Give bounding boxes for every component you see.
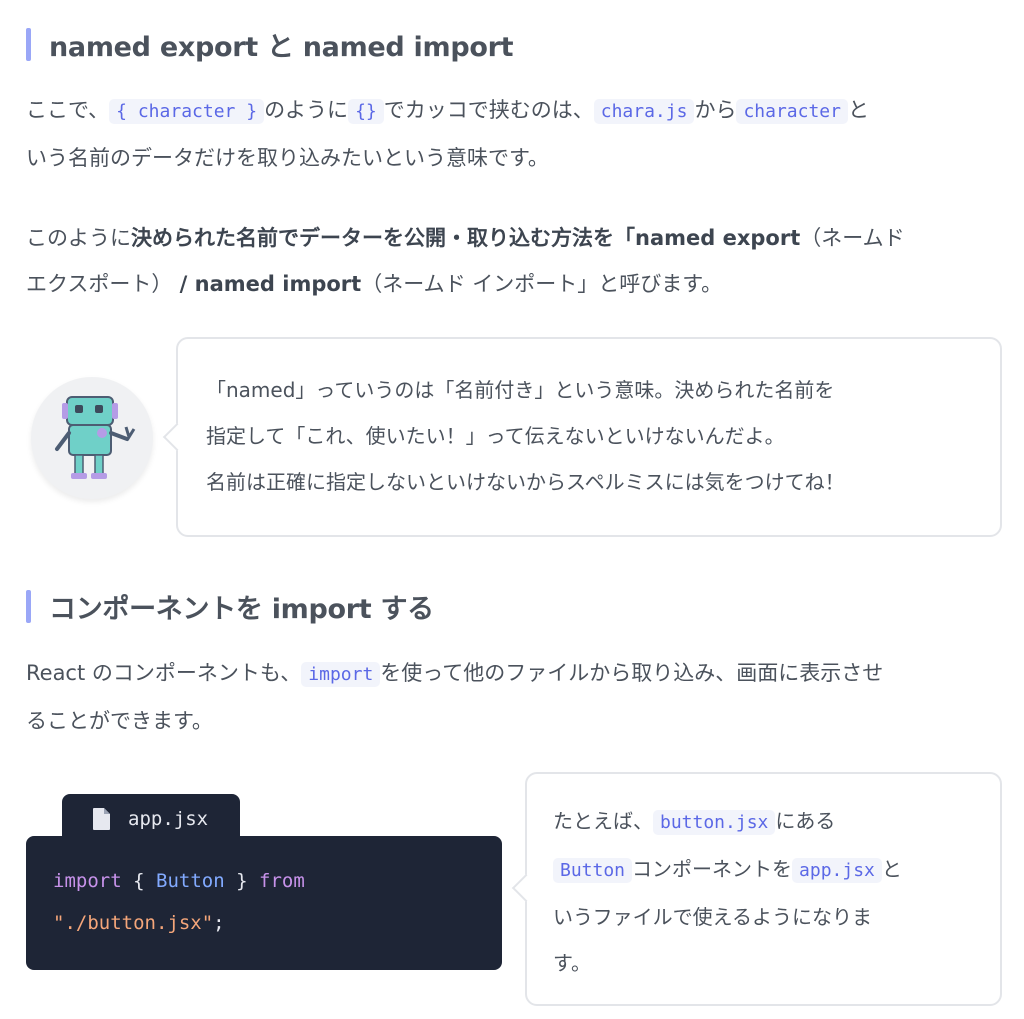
code-punctuation: { [133,870,145,892]
code-identifier: Button [156,870,225,892]
heading-accent-bar [26,589,31,623]
inline-code: character [736,99,848,124]
text-run: （ネームド インポート」と呼びます。 [361,272,723,296]
code-line: import { Button } from [53,870,305,892]
callout-line: 「named」っていうのは「名前付き」という意味。決められた名前を [206,378,835,402]
explanation-bubble: たとえば、 button.jsx にある Button コンポーネントを app.jsx と… [511,772,1002,1006]
text-run: いう名前のデータだけを取り込みたいという意味です。 [26,146,549,170]
text-run: エクスポート） [26,272,173,296]
paragraph-named-export-definition: このように決められた名前でデーターを公開・取り込む方法を「named expor… [26,215,1001,307]
code-keyword: import [53,870,122,892]
paragraph-named-import-explanation: ここで、{ character } のように{} でカッコで挟むのは、 chara.j… [26,87,1001,181]
callout-line: 指定して「これ、使いたい！」って伝えないといけないんだよ。 [206,424,785,448]
inline-code: chara.js [593,99,695,124]
bold-text: 決められた名前でデーターを公開・取り込む方法を「named export [131,226,801,250]
bubble-tail [511,873,541,903]
text-run: と [881,857,902,881]
bubble-tail [162,422,192,452]
text-run: このように [26,226,131,250]
code-block: import { Button } from "./button.jsx"; [26,836,502,970]
text-run: React のコンポーネントも、 [26,661,302,685]
robot-mascot-avatar [31,377,153,499]
file-icon [93,808,110,830]
text-run: を使って他のファイルから取り込み、画面に表示させ [380,661,884,685]
heading-text: named export と named import [49,31,514,63]
text-run: ることができます。 [26,709,213,733]
paragraph-react-component-import: React のコンポーネントも、 import を使って他のファイルから取り込み、画… [26,650,1001,744]
file-name: app.jsx [128,808,209,830]
section-heading-component-import: コンポーネントを import する [26,588,434,625]
inline-code: import [301,662,381,687]
robot-mascot-icon [55,396,136,479]
inline-code: app.jsx [792,858,882,883]
code-punctuation: ; [213,912,225,934]
bold-text: / named import [172,272,362,296]
callout-text: 「named」っていうのは「名前付き」という意味。決められた名前を 指定して「こ… [206,367,845,505]
text-run: いうファイルで使えるようになりま [553,905,872,929]
explanation-text: たとえば、 button.jsx にある Button コンポーネントを app.jsx と… [553,798,973,986]
inline-code: button.jsx [653,810,776,835]
section-heading-named-export: named export と named import [26,26,514,63]
heading-text: コンポーネントを import する [49,593,434,625]
text-run: たとえば、 [553,809,653,833]
code-punctuation: } [236,870,248,892]
inline-code: Button [553,858,633,883]
inline-code: {} [348,99,384,124]
code-string: "./button.jsx" [53,912,214,934]
text-run: す。 [553,951,591,975]
text-run: でカッコで挟むのは、 [383,98,594,122]
text-run: ここで、 [26,98,110,122]
text-run: から [694,98,737,122]
text-run: のように [264,98,349,122]
heading-accent-bar [26,27,31,61]
callout-line: 名前は正確に指定しないといけないからスペルミスには気をつけてね！ [206,470,845,494]
text-run: と [848,98,869,122]
text-run: にある [775,809,836,833]
text-run: コンポーネントを [632,857,793,881]
code-keyword: from [259,870,305,892]
code-line: "./button.jsx"; [53,912,225,934]
speech-bubble-callout: 「named」っていうのは「名前付き」という意味。決められた名前を 指定して「こ… [162,337,1002,537]
inline-code: { character } [109,99,265,124]
text-run: （ネームド [800,226,905,250]
